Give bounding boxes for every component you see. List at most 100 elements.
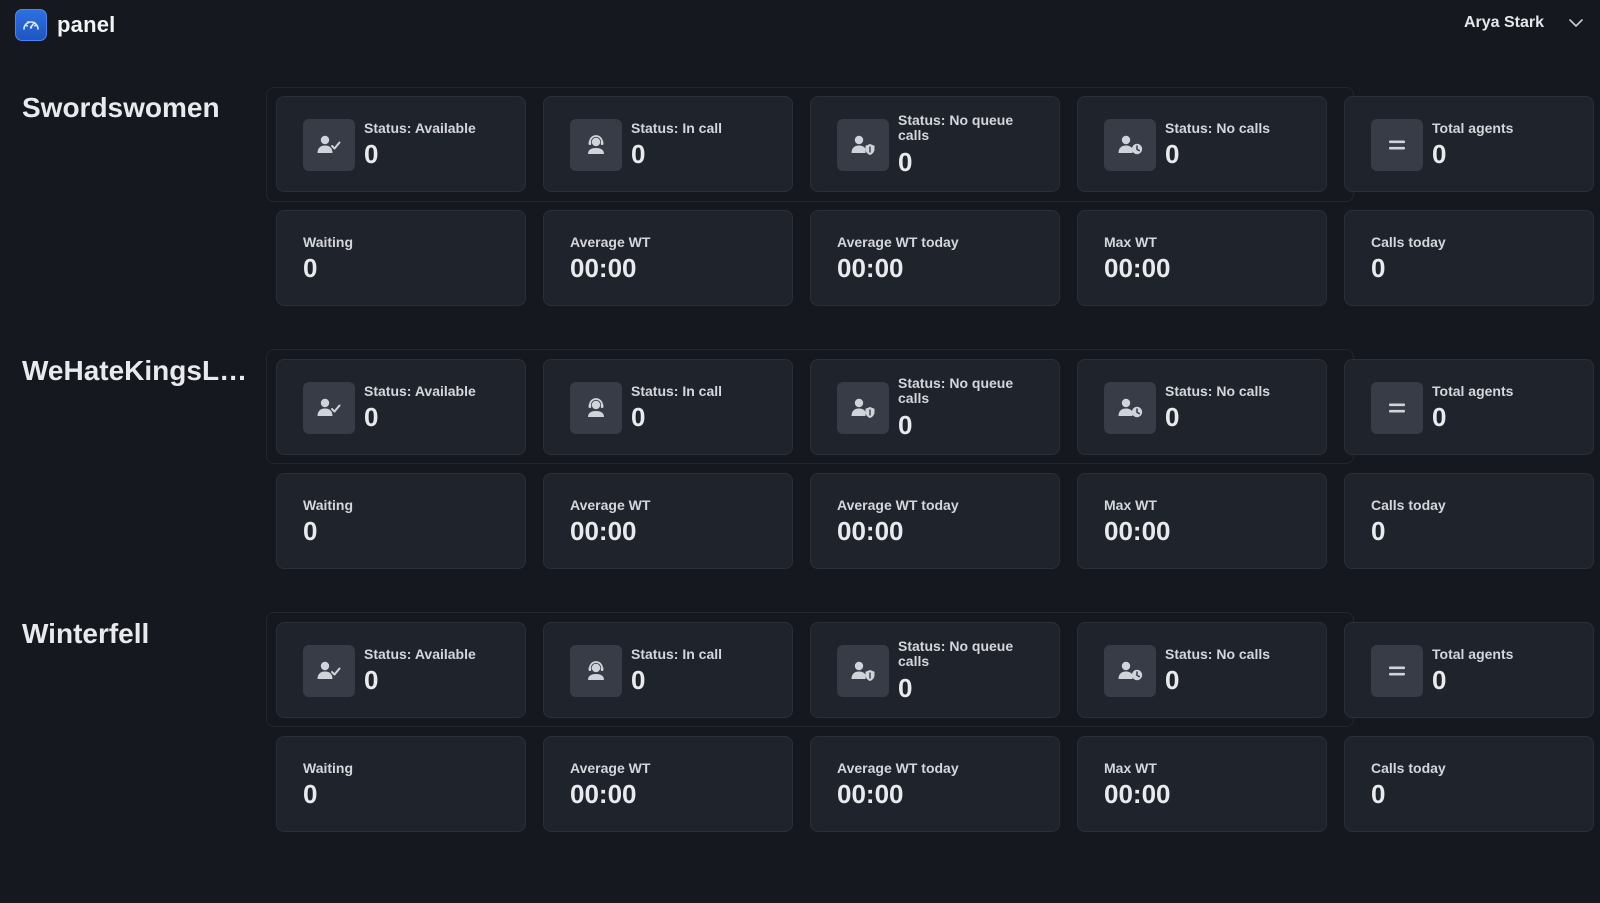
card-label: Status: No calls [1165,383,1271,399]
total-agents-card: Total agents 0 [1344,622,1594,718]
calls-today-card: Calls today 0 [1344,210,1594,306]
status-no-calls-card: Status: No calls 0 [1077,622,1327,718]
status-in-call-card: Status: In call 0 [543,622,793,718]
average-wt-today-card: Average WT today 00:00 [810,473,1060,569]
status-no-queue-calls-card: Status: No queue calls 0 [810,622,1060,718]
card-value: 00:00 [570,253,637,283]
card-value: 0 [898,410,913,440]
card-value: 00:00 [837,779,904,809]
status-available-card: Status: Available 0 [276,622,526,718]
card-label: Average WT today [837,234,959,250]
card-value: 0 [1165,665,1180,695]
card-value: 0 [898,147,913,177]
user-shield-icon [837,119,889,171]
queue-title: Swordswomen [22,92,220,123]
average-wt-today-card: Average WT today 00:00 [810,736,1060,832]
user-shield-icon [837,645,889,697]
average-wt-card: Average WT 00:00 [543,736,793,832]
card-value: 0 [631,665,646,695]
card-value: 0 [898,673,913,703]
total-agents-card: Total agents 0 [1344,96,1594,192]
card-value: 0 [631,139,646,169]
card-label: Status: Available [364,120,476,136]
card-label: Calls today [1371,497,1446,513]
card-value: 0 [303,253,318,283]
status-no-calls-card: Status: No calls 0 [1077,359,1327,455]
card-value: 00:00 [570,779,637,809]
card-value: 0 [364,665,379,695]
card-value: 0 [1371,516,1386,546]
card-value: 00:00 [1104,779,1171,809]
average-wt-card: Average WT 00:00 [543,473,793,569]
max-wt-card: Max WT 00:00 [1077,210,1327,306]
headset-agent-icon [570,645,622,697]
card-label: Status: In call [631,646,723,662]
waiting-card: Waiting 0 [276,736,526,832]
user-menu[interactable]: Arya Stark [1464,14,1584,32]
card-label: Average WT [570,234,651,250]
card-value: 0 [364,402,379,432]
card-label: Max WT [1104,497,1157,513]
headset-agent-icon [570,119,622,171]
card-value: 0 [1432,402,1447,432]
status-no-queue-calls-card: Status: No queue calls 0 [810,359,1060,455]
card-value: 0 [303,516,318,546]
card-label: Status: Available [364,646,476,662]
card-label: Calls today [1371,760,1446,776]
card-label: Status: No queue calls [898,112,1014,143]
headset-agent-icon [570,382,622,434]
status-available-card: Status: Available 0 [276,96,526,192]
user-clock-icon [1104,382,1156,434]
card-value: 0 [1432,139,1447,169]
status-no-queue-calls-card: Status: No queue calls 0 [810,96,1060,192]
max-wt-card: Max WT 00:00 [1077,473,1327,569]
user-check-icon [303,119,355,171]
card-label: Waiting [303,234,354,250]
status-in-call-card: Status: In call 0 [543,359,793,455]
user-shield-icon [837,382,889,434]
card-label: Total agents [1432,383,1514,399]
status-in-call-card: Status: In call 0 [543,96,793,192]
app-title: panel [57,12,116,37]
card-label: Total agents [1432,120,1514,136]
card-label: Total agents [1432,646,1514,662]
equals-icon [1371,119,1423,171]
card-label: Status: In call [631,120,723,136]
card-label: Average WT [570,760,651,776]
card-value: 00:00 [1104,253,1171,283]
card-value: 00:00 [570,516,637,546]
card-value: 0 [1165,402,1180,432]
user-clock-icon [1104,645,1156,697]
equals-icon [1371,382,1423,434]
queue-title: WeHateKingsL… [22,355,248,386]
calls-today-card: Calls today 0 [1344,473,1594,569]
card-value: 0 [631,402,646,432]
total-agents-card: Total agents 0 [1344,359,1594,455]
card-value: 0 [1371,253,1386,283]
max-wt-card: Max WT 00:00 [1077,736,1327,832]
card-value: 0 [303,779,318,809]
user-check-icon [303,382,355,434]
card-label: Average WT [570,497,651,513]
card-label: Average WT today [837,760,959,776]
brand[interactable]: panel [15,9,115,41]
card-label: Status: No queue calls [898,638,1014,669]
average-wt-card: Average WT 00:00 [543,210,793,306]
user-check-icon [303,645,355,697]
status-available-card: Status: Available 0 [276,359,526,455]
card-label: Status: No queue calls [898,375,1014,406]
chevron-down-icon[interactable] [1568,15,1584,31]
average-wt-today-card: Average WT today 00:00 [810,210,1060,306]
card-value: 00:00 [837,516,904,546]
card-label: Max WT [1104,760,1157,776]
status-no-calls-card: Status: No calls 0 [1077,96,1327,192]
top-bar: panel Arya Stark [0,0,1600,50]
equals-icon [1371,645,1423,697]
card-value: 0 [1371,779,1386,809]
card-label: Status: No calls [1165,120,1271,136]
card-label: Waiting [303,497,354,513]
waiting-card: Waiting 0 [276,210,526,306]
card-value: 0 [1165,139,1180,169]
card-label: Waiting [303,760,354,776]
card-value: 00:00 [1104,516,1171,546]
